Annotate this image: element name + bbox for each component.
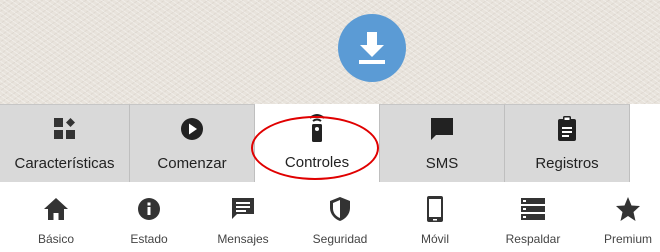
- info-icon: [138, 198, 160, 220]
- nav-item-movil[interactable]: Móvil: [387, 182, 483, 252]
- nav-label: Estado: [130, 232, 168, 246]
- nav-label: Seguridad: [312, 232, 368, 246]
- nav-label: Móvil: [420, 232, 449, 246]
- nav-item-respaldar[interactable]: Respaldar: [485, 182, 581, 252]
- shield-icon: [330, 197, 350, 221]
- download-button[interactable]: [338, 14, 406, 82]
- nav-label: Básico: [37, 232, 75, 246]
- nav-label: Mensajes: [217, 232, 269, 246]
- phone-icon: [427, 196, 443, 222]
- nav-label: Respaldar: [505, 232, 561, 246]
- storage-icon: [521, 198, 545, 220]
- download-icon: [359, 32, 385, 64]
- tab-label: Registros: [535, 155, 599, 172]
- play-icon: [181, 118, 203, 140]
- nav-item-seguridad[interactable]: Seguridad: [292, 182, 388, 252]
- nav-item-mensajes[interactable]: Mensajes: [195, 182, 291, 252]
- tab-label: Características: [14, 155, 115, 172]
- tab-caracteristicas[interactable]: Características: [0, 104, 130, 182]
- tab-registros[interactable]: Registros: [505, 104, 630, 182]
- features-icon: [53, 118, 75, 139]
- bottom-nav: Básico Estado Mensajes Seguridad Móvil R…: [0, 182, 660, 252]
- nav-item-estado[interactable]: Estado: [101, 182, 197, 252]
- tab-comenzar[interactable]: Comenzar: [130, 104, 255, 182]
- tab-sms[interactable]: SMS: [380, 104, 505, 182]
- tab-label: Comenzar: [157, 155, 227, 172]
- message-icon: [431, 118, 453, 140]
- tab-bar-filler: [630, 104, 660, 182]
- clipboard-icon: [558, 116, 576, 141]
- tab-label: SMS: [425, 155, 459, 172]
- nav-label: Premium: [603, 232, 652, 246]
- message-icon: [232, 198, 254, 219]
- highlight-circle: [251, 116, 379, 180]
- nav-item-premium[interactable]: Premium: [580, 182, 660, 252]
- home-icon: [44, 198, 68, 220]
- nav-item-basico[interactable]: Básico: [8, 182, 104, 252]
- star-icon: [616, 197, 640, 221]
